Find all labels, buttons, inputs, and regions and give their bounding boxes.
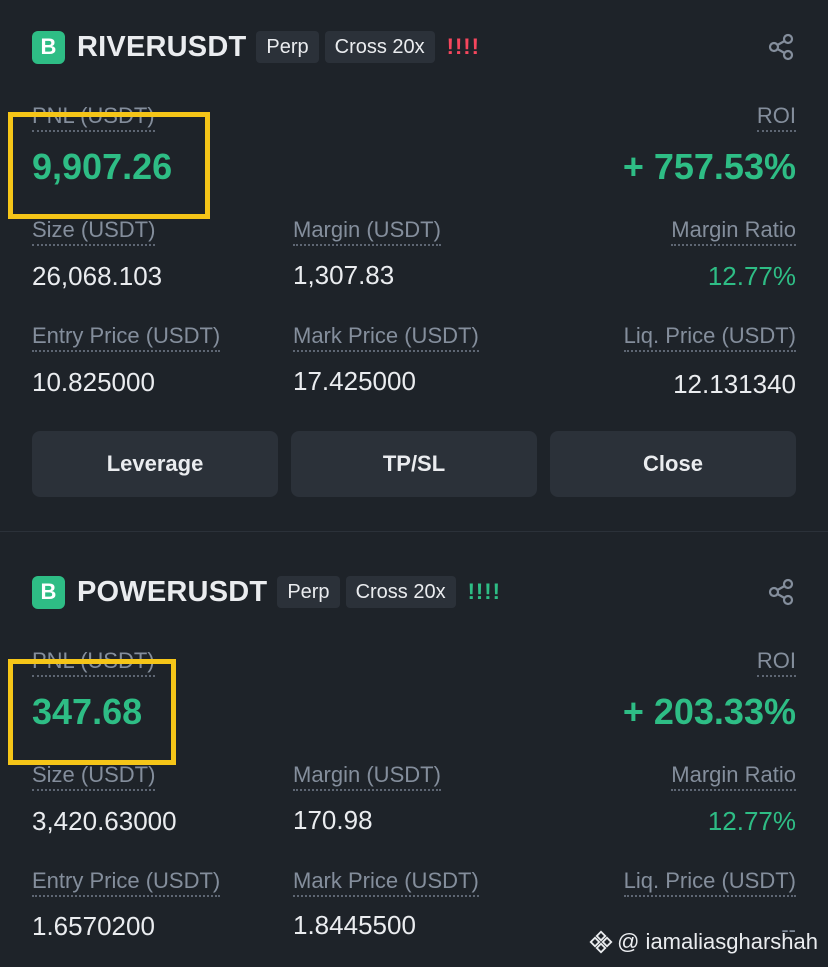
entry-price-value: 10.825000 <box>32 367 155 397</box>
roi-label[interactable]: ROI <box>756 104 796 132</box>
binance-diamond-icon <box>589 930 613 954</box>
roi-value: + 203.33% <box>622 691 796 732</box>
entry-price-value: 1.6570200 <box>32 911 155 941</box>
margin-ratio-value: 12.77% <box>707 261 796 291</box>
margin-label[interactable]: Margin (USDT) <box>293 763 441 791</box>
liq-price-label[interactable]: Liq. Price (USDT) <box>623 324 796 352</box>
highlight-box <box>8 659 176 765</box>
tag-margin-mode[interactable]: Cross 20x <box>324 31 435 63</box>
entry-price-label[interactable]: Entry Price (USDT) <box>32 324 221 352</box>
highlight-box <box>8 112 210 219</box>
coin-badge: B <box>32 575 65 609</box>
position-symbol[interactable]: POWERUSDT <box>77 576 267 609</box>
margin-label[interactable]: Margin (USDT) <box>293 218 441 246</box>
risk-indicator: !!!! <box>467 579 501 604</box>
liq-price-value: 12.131340 <box>673 369 796 399</box>
roi-label[interactable]: ROI <box>756 649 796 677</box>
size-label[interactable]: Size (USDT) <box>32 763 156 791</box>
tag-margin-mode[interactable]: Cross 20x <box>345 576 456 608</box>
size-label[interactable]: Size (USDT) <box>32 218 156 246</box>
position-header: B POWERUSDT Perp Cross 20x !!!! <box>32 575 796 609</box>
coin-badge: B <box>32 30 65 64</box>
liq-price-label[interactable]: Liq. Price (USDT) <box>623 869 796 897</box>
margin-ratio-label[interactable]: Margin Ratio <box>671 763 796 791</box>
leverage-button[interactable]: Leverage <box>32 431 278 497</box>
margin-value: 170.98 <box>293 805 373 835</box>
size-value: 3,420.63000 <box>32 806 177 836</box>
tag-perp: Perp <box>256 31 319 63</box>
tag-perp: Perp <box>277 576 340 608</box>
close-button[interactable]: Close <box>550 431 796 497</box>
mark-price-value: 1.8445500 <box>293 910 416 940</box>
mark-price-label[interactable]: Mark Price (USDT) <box>293 869 479 897</box>
entry-price-label[interactable]: Entry Price (USDT) <box>32 869 221 897</box>
share-icon[interactable] <box>766 32 796 62</box>
tpsl-button[interactable]: TP/SL <box>291 431 537 497</box>
roi-value: + 757.53% <box>622 146 796 187</box>
margin-ratio-value: 12.77% <box>707 806 796 836</box>
action-buttons: Leverage TP/SL Close <box>32 431 796 497</box>
position-card-river: B RIVERUSDT Perp Cross 20x !!!! PNL (USD… <box>0 0 828 532</box>
margin-ratio-label[interactable]: Margin Ratio <box>671 218 796 246</box>
watermark-text: @ iamaliasgharshah <box>617 929 818 954</box>
position-symbol[interactable]: RIVERUSDT <box>77 31 246 64</box>
position-card-power: B POWERUSDT Perp Cross 20x !!!! PNL (USD… <box>0 545 828 967</box>
risk-indicator: !!!! <box>446 34 480 59</box>
mark-price-label[interactable]: Mark Price (USDT) <box>293 324 479 352</box>
margin-value: 1,307.83 <box>293 260 395 290</box>
share-icon[interactable] <box>766 577 796 607</box>
mark-price-value: 17.425000 <box>293 366 416 396</box>
size-value: 26,068.103 <box>32 261 163 291</box>
watermark: @ iamaliasgharshah <box>589 929 818 955</box>
position-header: B RIVERUSDT Perp Cross 20x !!!! <box>32 30 796 64</box>
